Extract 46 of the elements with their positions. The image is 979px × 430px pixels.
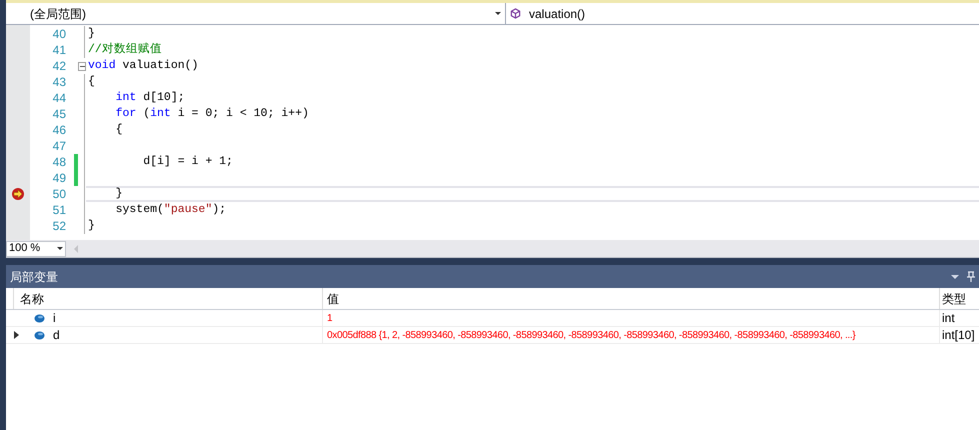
line-number: 40: [52, 26, 66, 43]
code-line: }: [88, 218, 95, 234]
variable-type: int[10]: [941, 327, 976, 344]
line-number: 48: [52, 154, 66, 171]
column-header[interactable]: 值: [323, 288, 940, 309]
code-line: void valuation(): [88, 58, 198, 74]
line-number: 45: [52, 106, 66, 123]
line-number: 43: [52, 74, 66, 91]
line-number: 47: [52, 138, 66, 155]
code-line: {: [114, 122, 123, 138]
line-number: 50: [52, 186, 66, 203]
variable-value: 1: [327, 312, 332, 326]
dropdown-icon[interactable]: [951, 274, 959, 278]
line-number: 49: [52, 170, 66, 187]
column-header[interactable]: 类型: [940, 288, 979, 309]
zoom-dropdown[interactable]: 100 %: [6, 240, 66, 256]
variable-icon: [34, 330, 45, 340]
variable-icon: [34, 314, 45, 322]
cube-icon: [510, 8, 521, 19]
code-line: //对数组赋值: [88, 42, 162, 58]
variable-type: int: [941, 310, 956, 327]
pin-icon[interactable]: [967, 271, 975, 282]
panel-title: 局部变量: [10, 268, 58, 286]
code-line: }: [88, 26, 95, 42]
variable-value: 0x005df888 {1, 2, -858993460, -858993460, -858993460, -858993460, -858993460, -858993460, -858993460, -858993460, ...}: [327, 328, 856, 342]
caret-icon: [495, 12, 501, 15]
code-line: }: [114, 186, 123, 202]
caret-icon: [57, 247, 63, 250]
line-number: 46: [52, 122, 66, 139]
column-header[interactable]: 名称: [14, 288, 323, 309]
line-number: 42: [52, 58, 66, 75]
member-dropdown[interactable]: valuation(): [506, 3, 979, 24]
line-number: 44: [52, 90, 66, 107]
line-number: 52: [52, 218, 66, 235]
collapse-icon[interactable]: [78, 62, 86, 70]
code-line: system("pause");: [114, 202, 226, 218]
code-line: int d[10];: [114, 90, 185, 106]
variable-name: d: [53, 327, 60, 344]
line-number: 41: [52, 42, 66, 59]
variable-name: i: [53, 310, 56, 327]
scope-dropdown[interactable]: (全局范围): [6, 3, 506, 24]
code-line: for (int i = 0; i < 10; i++): [114, 106, 309, 122]
expand-icon[interactable]: [14, 331, 18, 339]
line-number: 51: [52, 202, 66, 219]
code-line: {: [88, 74, 95, 90]
code-line: d[i] = i + 1;: [142, 154, 233, 170]
